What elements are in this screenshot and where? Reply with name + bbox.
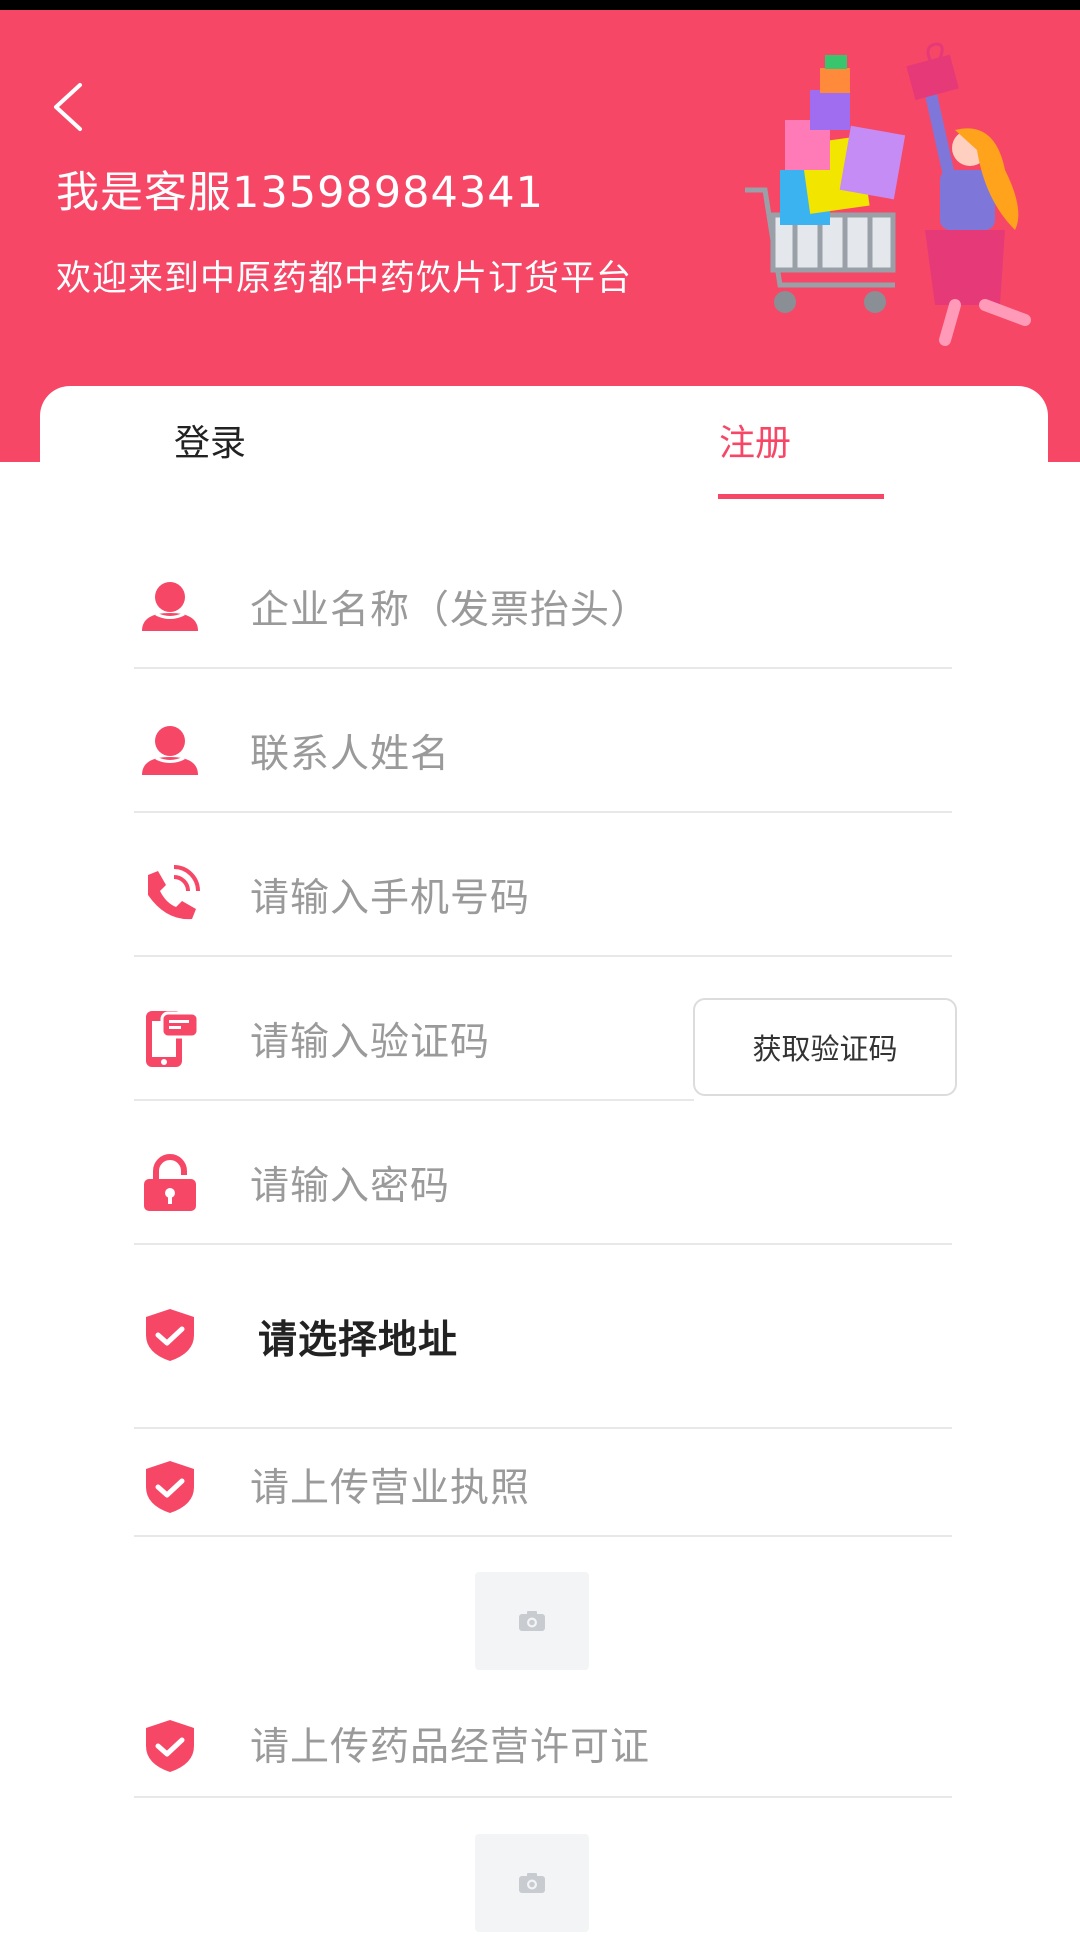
business-license-upload-row: 请上传营业执照: [134, 1427, 952, 1537]
contact-name-field[interactable]: 联系人姓名: [134, 671, 952, 813]
drug-license-label: 请上传药品经营许可证: [250, 1725, 651, 1770]
drug-license-upload-button[interactable]: [475, 1834, 589, 1932]
business-license-upload-button[interactable]: [475, 1572, 589, 1670]
status-bar: [0, 0, 1080, 10]
shield-check-icon: [146, 1309, 194, 1361]
password-field[interactable]: 请输入密码: [134, 1103, 952, 1245]
lock-icon: [144, 1154, 196, 1211]
user-icon: [142, 726, 198, 775]
active-tab-indicator: [718, 494, 884, 499]
address-select[interactable]: 请选择地址: [134, 1247, 952, 1429]
verification-code-field[interactable]: 请输入验证码: [134, 959, 694, 1101]
phone-call-icon: [148, 865, 200, 920]
drug-license-upload-row: 请上传药品经营许可证: [134, 1690, 952, 1798]
camera-icon: [519, 1873, 545, 1893]
sms-phone-icon: [146, 1011, 200, 1067]
welcome-text: 欢迎来到中原药都中药饮片订货平台: [56, 259, 633, 299]
tab-register[interactable]: 注册: [630, 414, 880, 466]
company-name-field[interactable]: 企业名称（发票抬头）: [134, 527, 952, 669]
verification-code-placeholder: 请输入验证码: [250, 1020, 491, 1065]
shield-check-icon: [146, 1720, 194, 1772]
get-code-button[interactable]: 获取验证码: [693, 998, 957, 1096]
phone-field[interactable]: 请输入手机号码: [134, 815, 952, 957]
back-button[interactable]: [48, 72, 108, 142]
camera-icon: [519, 1611, 545, 1631]
contact-name-placeholder: 联系人姓名: [250, 732, 451, 777]
phone-placeholder: 请输入手机号码: [250, 876, 531, 921]
shield-check-icon: [146, 1461, 194, 1513]
password-placeholder: 请输入密码: [250, 1164, 451, 1209]
business-license-label: 请上传营业执照: [250, 1466, 531, 1511]
tab-login[interactable]: 登录: [85, 414, 335, 466]
company-name-placeholder: 企业名称（发票抬头）: [250, 588, 651, 633]
address-select-value: 请选择地址: [258, 1318, 459, 1363]
page-title: 我是客服13598984341: [56, 168, 544, 218]
user-icon: [142, 582, 198, 631]
shopping-illustration: [745, 42, 1031, 346]
chevron-left-icon: [54, 83, 82, 131]
